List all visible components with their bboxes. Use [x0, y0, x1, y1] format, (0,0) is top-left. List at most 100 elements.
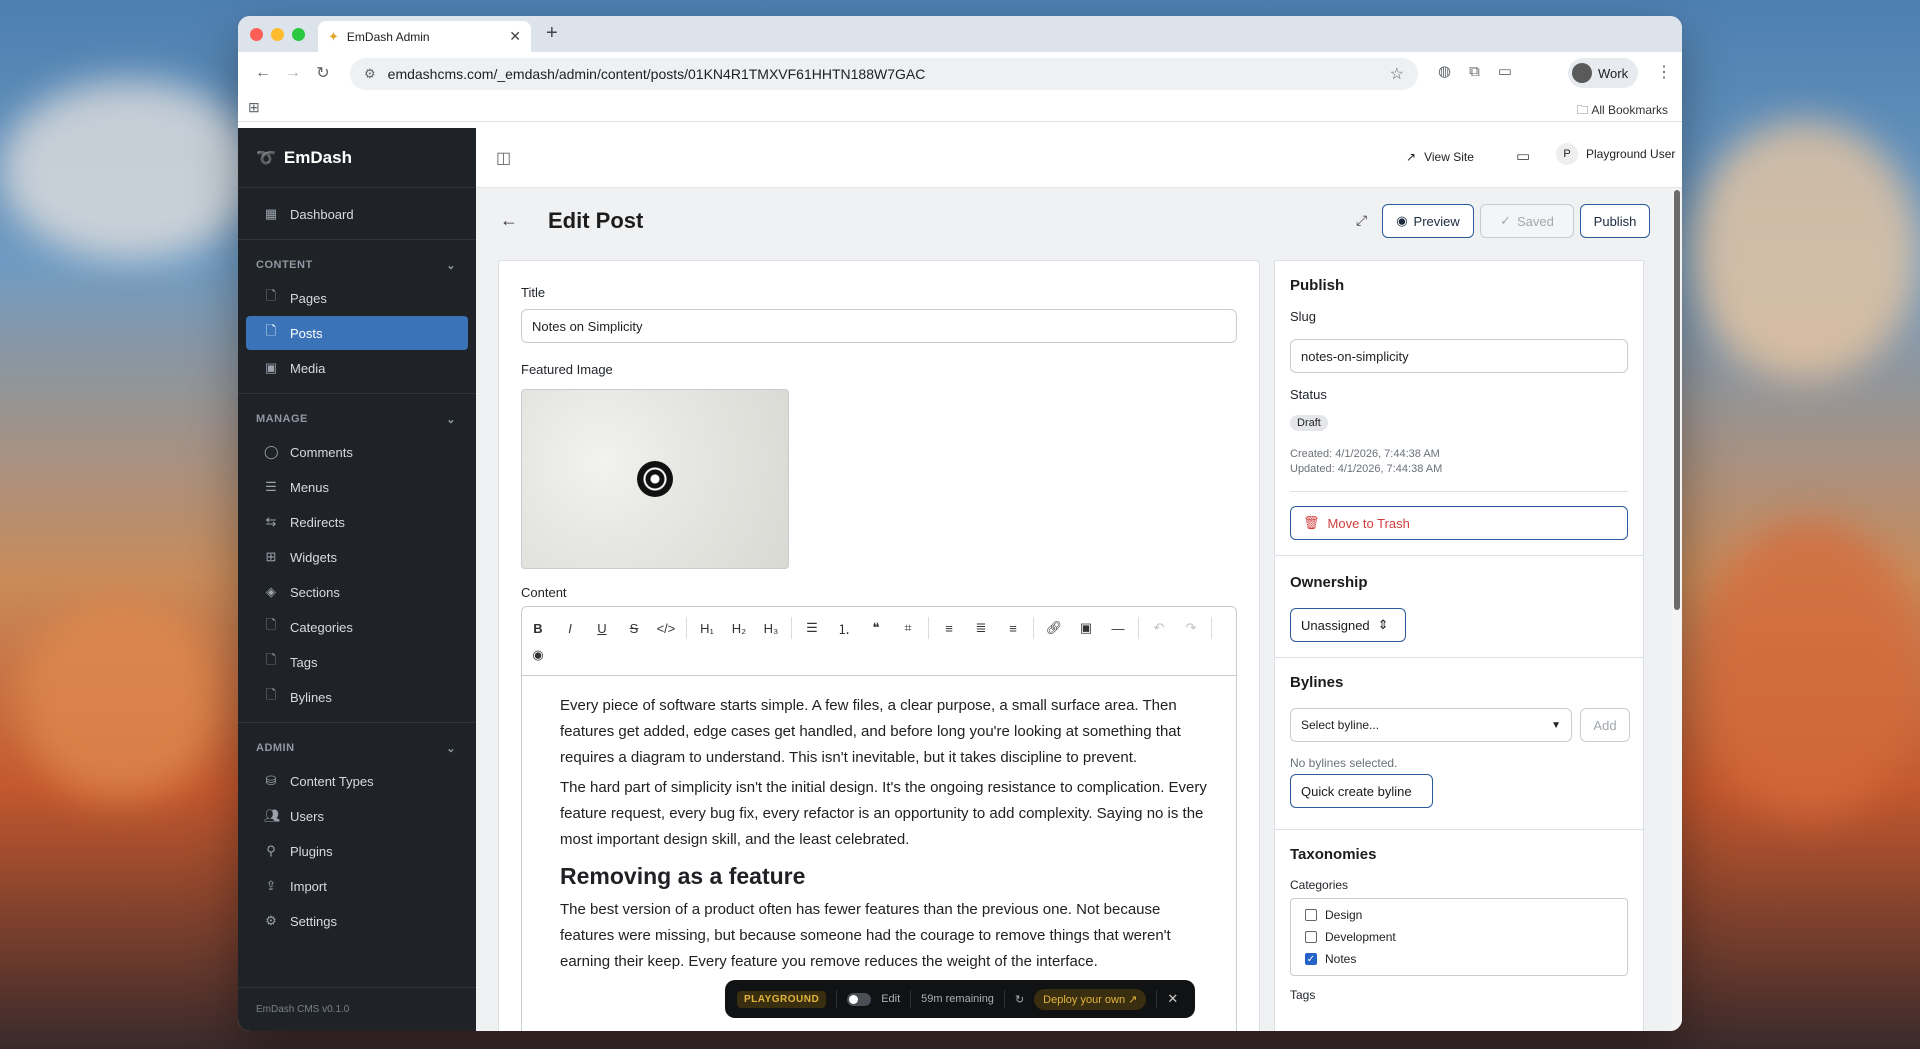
bullet-list-icon[interactable]: ☰ — [796, 620, 828, 636]
profile-button[interactable]: Work — [1568, 58, 1639, 88]
refresh-icon[interactable]: ↻ — [1015, 993, 1024, 1006]
forward-arrow-icon[interactable]: → — [278, 64, 308, 82]
sidebar-item-media[interactable]: ▣ Media — [246, 351, 468, 385]
sidebar-item-comments[interactable]: ◯ Comments — [246, 435, 468, 469]
redo-icon[interactable]: ↷ — [1175, 620, 1207, 636]
back-arrow-icon[interactable]: ← — [248, 64, 278, 82]
all-bookmarks-link[interactable]: 🗀 All Bookmarks — [1577, 101, 1668, 122]
sidebar-item-import[interactable]: ⇪ Import — [246, 869, 468, 903]
bookmark-star-icon[interactable]: ☆ — [1390, 64, 1404, 84]
sidebar-item-dashboard[interactable]: ▦ Dashboard — [246, 197, 468, 231]
sidebar-item-content-types[interactable]: ⛁ Content Types — [246, 764, 468, 798]
expand-icon[interactable]: ⤢ — [1356, 212, 1367, 229]
sidebar-item-widgets[interactable]: ⊞ Widgets — [246, 540, 468, 574]
code-icon[interactable]: </> — [650, 621, 682, 636]
section-admin[interactable]: ADMIN ⌄ — [238, 733, 476, 763]
sidebar-item-pages[interactable]: 🗋 Pages — [246, 281, 468, 315]
slug-input[interactable]: notes-on-simplicity — [1290, 339, 1628, 373]
align-left-icon[interactable]: ≡ — [933, 621, 965, 636]
sidebar-item-label: Settings — [290, 913, 337, 929]
category-item-development[interactable]: Development — [1291, 926, 1627, 948]
category-item-design[interactable]: Design — [1291, 904, 1627, 926]
section-content[interactable]: CONTENT ⌄ — [238, 250, 476, 280]
sidebar-item-sections[interactable]: ◈ Sections — [246, 575, 468, 609]
eye-icon[interactable]: ◉ — [522, 647, 554, 663]
address-bar[interactable]: ⚙ emdashcms.com/_emdash/admin/content/po… — [350, 58, 1418, 90]
italic-icon[interactable]: I — [554, 621, 586, 636]
close-icon[interactable]: ✕ — [1167, 991, 1178, 1007]
category-item-notes[interactable]: ✓ Notes — [1291, 948, 1627, 970]
content-editor[interactable]: Every piece of software starts simple. A… — [521, 675, 1237, 1031]
sidebar-item-plugins[interactable]: ⚲ Plugins — [246, 834, 468, 868]
brand[interactable]: ➰ EmDash — [238, 128, 476, 188]
close-tab-icon[interactable]: ✕ — [509, 28, 521, 45]
sidebar-item-posts[interactable]: 🗋 Posts — [246, 316, 468, 350]
arrows-icon: ⇆ — [265, 514, 277, 529]
toolbar-divider — [791, 617, 792, 639]
sidebar-item-bylines[interactable]: 🗋 Bylines — [246, 680, 468, 714]
section-manage[interactable]: MANAGE ⌄ — [238, 404, 476, 434]
site-settings-icon[interactable]: ⚙ — [364, 66, 376, 82]
monitor-icon[interactable]: ▭ — [1516, 147, 1530, 165]
bold-icon[interactable]: B — [522, 621, 554, 636]
sidebar-item-settings[interactable]: ⚙ Settings — [246, 904, 468, 938]
puzzle-icon[interactable]: ⧉ — [1469, 63, 1480, 80]
title-input[interactable]: Notes on Simplicity — [521, 309, 1237, 343]
heading-3-icon[interactable]: H₃ — [755, 621, 787, 636]
underline-icon[interactable]: U — [586, 621, 618, 636]
add-byline-button[interactable]: Add — [1580, 708, 1630, 742]
sidebar-item-menus[interactable]: ☰ Menus — [246, 470, 468, 504]
eye-icon: ◉ — [1396, 213, 1408, 228]
byline-select-placeholder: Select byline... — [1301, 718, 1380, 732]
playground-divider — [1003, 990, 1005, 1008]
sidebar-item-users[interactable]: 👥︎ Users — [246, 799, 468, 833]
undo-icon[interactable]: ↶ — [1143, 620, 1175, 636]
align-right-icon[interactable]: ≡ — [997, 621, 1029, 636]
browser-window: ✦ EmDash Admin ✕ + ← → ↻ ⚙ emdashcms.com… — [238, 16, 1682, 1031]
reload-icon[interactable]: ↻ — [308, 63, 338, 83]
insert-image-icon[interactable]: ▣ — [1070, 620, 1102, 636]
sidebar-item-tags[interactable]: 🗋 Tags — [246, 645, 468, 679]
user-menu[interactable]: P Playground User — [1556, 143, 1675, 165]
move-to-trash-button[interactable]: 🗑︎ Move to Trash — [1290, 506, 1628, 540]
link-icon[interactable]: 🔗︎ — [1038, 620, 1070, 636]
sidebar-item-categories[interactable]: 🗋 Categories — [246, 610, 468, 644]
featured-image[interactable] — [521, 389, 789, 569]
view-site-link[interactable]: ↗ View Site — [1406, 150, 1474, 164]
apps-grid-icon[interactable]: ⊞ — [248, 99, 260, 116]
quote-icon[interactable]: ❝ — [860, 620, 892, 636]
horizontal-rule-icon[interactable]: — — [1102, 621, 1134, 636]
close-window-button[interactable] — [250, 28, 263, 41]
deploy-your-own-link[interactable]: Deploy your own ↗ — [1034, 988, 1147, 1010]
sidebar: ➰ EmDash ▦ Dashboard CONTENT ⌄ 🗋 Pages 🗋… — [238, 128, 476, 1031]
extension-icon[interactable]: ◍ — [1438, 62, 1451, 80]
minimize-window-button[interactable] — [271, 28, 284, 41]
browser-tab[interactable]: ✦ EmDash Admin ✕ — [318, 21, 531, 52]
checkbox[interactable] — [1305, 931, 1317, 943]
publish-button[interactable]: Publish — [1580, 204, 1650, 238]
checkbox-checked[interactable]: ✓ — [1305, 953, 1317, 965]
heading-1-icon[interactable]: H₁ — [691, 621, 723, 636]
code-block-icon[interactable]: ⌗ — [892, 620, 924, 636]
strikethrough-icon[interactable]: S — [618, 621, 650, 636]
new-tab-icon[interactable]: + — [546, 22, 558, 45]
saved-button[interactable]: ✓ Saved — [1480, 204, 1574, 238]
preview-button[interactable]: ◉ Preview — [1382, 204, 1474, 238]
byline-select[interactable]: Select byline... ▼ — [1290, 708, 1572, 742]
sidebar-toggle-icon[interactable]: ◫ — [496, 148, 511, 168]
heading-2-icon[interactable]: H₂ — [723, 621, 755, 636]
sidebar-item-redirects[interactable]: ⇆ Redirects — [246, 505, 468, 539]
menu-icon[interactable]: ⋮ — [1656, 62, 1672, 82]
scrollbar[interactable] — [1672, 188, 1682, 1031]
edit-toggle[interactable] — [847, 992, 872, 1006]
back-arrow-icon[interactable]: ← — [500, 210, 518, 231]
checkbox[interactable] — [1305, 909, 1317, 921]
dropdown-caret-icon: ▼ — [1551, 719, 1561, 731]
ownership-select[interactable]: Unassigned ⇕ — [1290, 608, 1406, 642]
maximize-window-button[interactable] — [292, 28, 305, 41]
cast-icon[interactable]: ▭ — [1498, 62, 1512, 80]
align-center-icon[interactable]: ≣ — [965, 620, 997, 636]
scrollbar-thumb[interactable] — [1674, 190, 1680, 610]
ordered-list-icon[interactable]: ⒈ — [828, 619, 860, 638]
quick-create-byline-button[interactable]: Quick create byline — [1290, 774, 1433, 808]
